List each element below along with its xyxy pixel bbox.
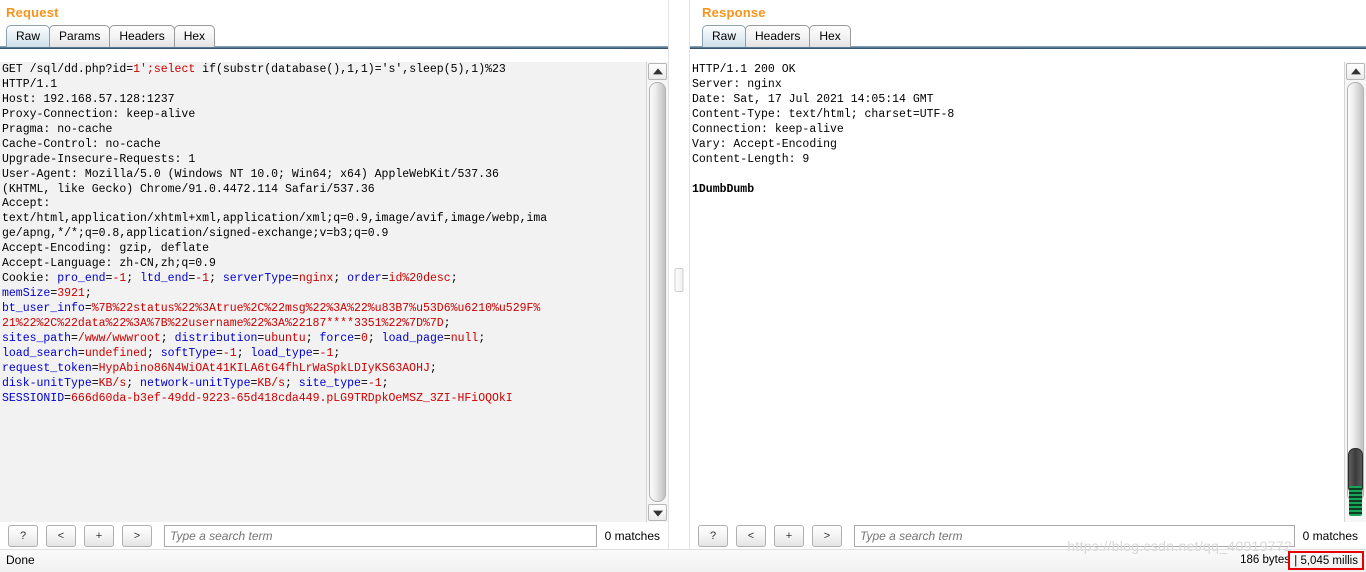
raw-line: HTTP/1.1 200 OK bbox=[692, 63, 796, 76]
status-millis-label: | 5,045 millis bbox=[1288, 551, 1364, 570]
raw-line: GET /sql/dd.php?id=1';select if(substr(d… bbox=[2, 63, 506, 76]
response-progress-indicator bbox=[1349, 486, 1362, 516]
raw-line: HTTP/1.1 bbox=[2, 77, 58, 91]
raw-line: disk-unitType=KB/s; network-unitType=KB/… bbox=[2, 376, 389, 390]
request-tabstrip: Raw Params Headers Hex bbox=[0, 25, 668, 49]
raw-line: Cookie: pro_end=-1; ltd_end=-1; serverTy… bbox=[2, 272, 458, 286]
raw-line: bt_user_info=%7B%22status%22%3Atrue%2C%2… bbox=[2, 302, 541, 315]
raw-line: load_search=undefined; softType=-1; load… bbox=[2, 346, 341, 360]
request-vertical-scrollbar[interactable] bbox=[646, 62, 668, 522]
response-help-button[interactable]: ? bbox=[698, 525, 728, 547]
response-tab-raw[interactable]: Raw bbox=[702, 25, 747, 47]
request-panel: Request Raw Params Headers Hex GET /sql/dd.… bbox=[0, 0, 668, 572]
raw-line: Accept: bbox=[2, 197, 51, 211]
request-matches-count: 0 matches bbox=[604, 529, 660, 543]
raw-line: sites_path=/www/wwwroot; distribution=ub… bbox=[2, 331, 486, 345]
response-search-toolbar: ? < + > 0 matches bbox=[690, 522, 1366, 550]
request-prev-match-button[interactable]: < bbox=[46, 525, 76, 547]
raw-line: ge/apng,*/*;q=0.8,application/signed-exc… bbox=[2, 227, 389, 241]
request-tab-params[interactable]: Params bbox=[49, 25, 111, 47]
burp-suite-repeater-window: Request Raw Params Headers Hex GET /sql/dd.… bbox=[0, 0, 1366, 572]
response-tab-hex[interactable]: Hex bbox=[809, 25, 851, 47]
raw-line: Pragma: no-cache bbox=[2, 122, 113, 136]
request-message-area: GET /sql/dd.php?id=1';select if(substr(d… bbox=[0, 62, 668, 522]
request-tab-raw[interactable]: Raw bbox=[6, 25, 51, 47]
raw-line: Connection: keep-alive bbox=[692, 122, 844, 136]
raw-line: Date: Sat, 17 Jul 2021 14:05:14 GMT bbox=[692, 92, 934, 106]
raw-line: Accept-Language: zh-CN,zh;q=0.9 bbox=[2, 257, 216, 271]
panel-splitter[interactable] bbox=[668, 0, 690, 572]
status-bytes-label: 186 bytes bbox=[1240, 554, 1290, 566]
raw-line: request_token=HypAbino86N4WiOAt41KILA6tG… bbox=[2, 361, 437, 375]
request-help-button[interactable]: ? bbox=[8, 525, 38, 547]
raw-line: Content-Length: 9 bbox=[692, 152, 810, 166]
raw-line: Server: nginx bbox=[692, 77, 782, 91]
response-tab-headers[interactable]: Headers bbox=[745, 25, 811, 47]
raw-line: Proxy-Connection: keep-alive bbox=[2, 107, 196, 121]
request-tab-headers[interactable]: Headers bbox=[109, 25, 175, 47]
raw-line: User-Agent: Mozilla/5.0 (Windows NT 10.0… bbox=[2, 167, 499, 181]
splitter-grip-icon[interactable] bbox=[674, 268, 684, 292]
response-search-input[interactable] bbox=[854, 525, 1295, 547]
raw-line: 1DumbDumb bbox=[692, 182, 755, 196]
request-scroll-down-arrow[interactable] bbox=[648, 504, 667, 521]
request-tab-hex[interactable]: Hex bbox=[173, 25, 216, 47]
response-next-match-button[interactable]: > bbox=[812, 525, 842, 547]
status-done-label: Done bbox=[6, 553, 35, 567]
request-next-match-button[interactable]: > bbox=[122, 525, 152, 547]
request-raw-editor[interactable]: GET /sql/dd.php?id=1';select if(substr(d… bbox=[0, 62, 646, 522]
raw-line: (KHTML, like Gecko) Chrome/91.0.4472.114… bbox=[2, 182, 375, 196]
request-add-button[interactable]: + bbox=[84, 525, 114, 547]
raw-line: Cache-Control: no-cache bbox=[2, 137, 161, 151]
raw-line: Accept-Encoding: gzip, deflate bbox=[2, 242, 210, 256]
raw-line: Host: 192.168.57.128:1237 bbox=[2, 92, 175, 106]
raw-line: 21%22%2C%22data%22%3A%7B%22username%22%3… bbox=[2, 316, 451, 330]
request-search-input[interactable] bbox=[164, 525, 597, 547]
raw-line: SESSIONID=666d60da-b3ef-49dd-9223-65d418… bbox=[2, 391, 513, 405]
response-scroll-up-arrow[interactable] bbox=[1346, 63, 1365, 80]
response-panel: Response Raw Headers Hex HTTP/1.1 200 OK Se… bbox=[690, 0, 1366, 572]
response-matches-count: 0 matches bbox=[1302, 529, 1358, 543]
raw-line: Content-Type: text/html; charset=UTF-8 bbox=[692, 107, 955, 121]
response-vertical-scrollbar[interactable] bbox=[1344, 62, 1366, 522]
request-search-toolbar: ? < + > 0 matches bbox=[0, 522, 668, 550]
raw-line: text/html,application/xhtml+xml,applicat… bbox=[2, 212, 548, 226]
status-bar: Done https://blog.csdn.net/qq_40919772 1… bbox=[0, 538, 1366, 572]
raw-line bbox=[692, 168, 1342, 183]
response-prev-match-button[interactable]: < bbox=[736, 525, 766, 547]
raw-line: Upgrade-Insecure-Requests: 1 bbox=[2, 152, 196, 166]
response-panel-title: Response bbox=[702, 5, 766, 20]
response-message-area: HTTP/1.1 200 OK Server: nginx Date: Sat, 1… bbox=[690, 62, 1366, 522]
request-scroll-thumb[interactable] bbox=[649, 82, 666, 502]
raw-line: Vary: Accept-Encoding bbox=[692, 137, 837, 151]
response-tabstrip: Raw Headers Hex bbox=[690, 25, 1366, 49]
response-add-button[interactable]: + bbox=[774, 525, 804, 547]
request-panel-title: Request bbox=[6, 5, 59, 20]
response-raw-editor[interactable]: HTTP/1.1 200 OK Server: nginx Date: Sat, 1… bbox=[690, 62, 1344, 522]
response-scroll-track-thumb[interactable] bbox=[1347, 82, 1364, 502]
raw-line: memSize=3921; bbox=[2, 287, 92, 301]
request-scroll-up-arrow[interactable] bbox=[648, 63, 667, 80]
